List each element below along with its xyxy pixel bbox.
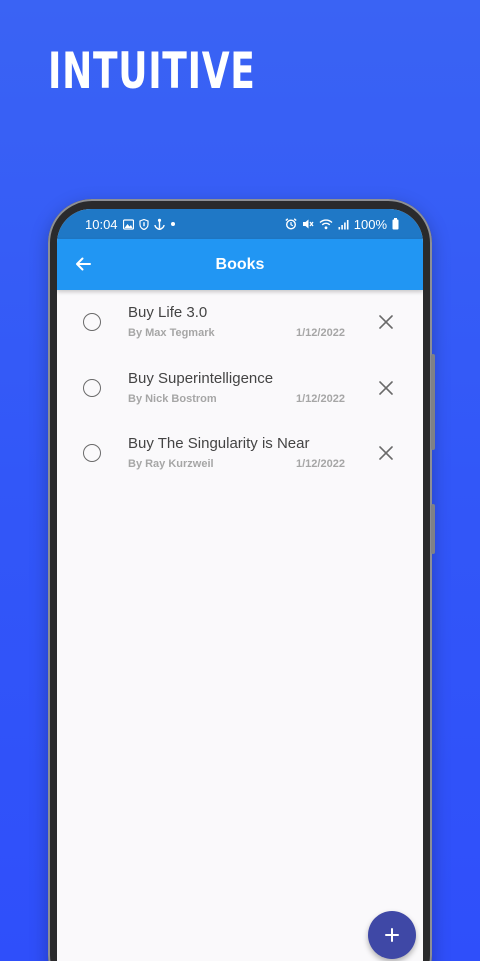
item-checkbox[interactable] <box>83 378 101 397</box>
shield-icon <box>138 218 149 230</box>
close-icon[interactable] <box>377 379 395 397</box>
mute-icon <box>302 219 314 229</box>
status-bar: 10:04 100% <box>57 209 423 239</box>
list-item: Buy Life 3.0 By Max Tegmark 1/12/2022 <box>57 296 423 362</box>
image-icon <box>122 218 134 230</box>
alarm-icon <box>285 218 297 230</box>
dot-icon <box>170 222 175 226</box>
page-title: Books <box>215 255 265 273</box>
battery-icon <box>392 218 399 230</box>
item-author: By Nick Bostrom <box>128 392 217 405</box>
item-checkbox[interactable] <box>83 444 101 462</box>
power-button <box>431 504 435 554</box>
close-icon[interactable] <box>377 313 395 331</box>
phone-frame: 10:04 100% Books Buy Life 3.0 By Max Teg… <box>48 199 435 961</box>
list-item: Buy The Singularity is Near By Ray Kurzw… <box>57 427 423 493</box>
book-list: Buy Life 3.0 By Max Tegmark 1/12/2022 Bu… <box>57 290 423 493</box>
item-date: 1/12/2022 <box>296 392 345 405</box>
item-checkbox[interactable] <box>83 313 101 331</box>
wifi-icon <box>319 219 333 230</box>
item-date: 1/12/2022 <box>296 327 345 339</box>
status-time: 10:04 <box>85 216 118 232</box>
item-date: 1/12/2022 <box>296 458 345 470</box>
headline: INTUITIVE <box>48 42 256 100</box>
battery-percent: 100% <box>353 216 387 232</box>
arrow-left-icon[interactable] <box>69 250 97 278</box>
item-author: By Max Tegmark <box>128 327 215 339</box>
list-item: Buy Superintelligence By Nick Bostrom 1/… <box>57 362 423 428</box>
plus-icon <box>385 928 399 942</box>
item-title: Buy The Singularity is Near <box>128 435 310 452</box>
item-author: By Ray Kurzweil <box>128 458 214 470</box>
close-icon[interactable] <box>377 444 395 462</box>
item-title: Buy Superintelligence <box>128 369 274 387</box>
signal-icon <box>338 219 349 229</box>
item-title: Buy Life 3.0 <box>128 304 208 321</box>
add-book-button[interactable] <box>368 911 416 959</box>
anchor-icon <box>153 218 165 230</box>
volume-button <box>431 354 435 450</box>
app-bar: Books <box>57 239 423 290</box>
phone-screen: 10:04 100% Books Buy Life 3.0 By Max Teg… <box>57 209 423 961</box>
